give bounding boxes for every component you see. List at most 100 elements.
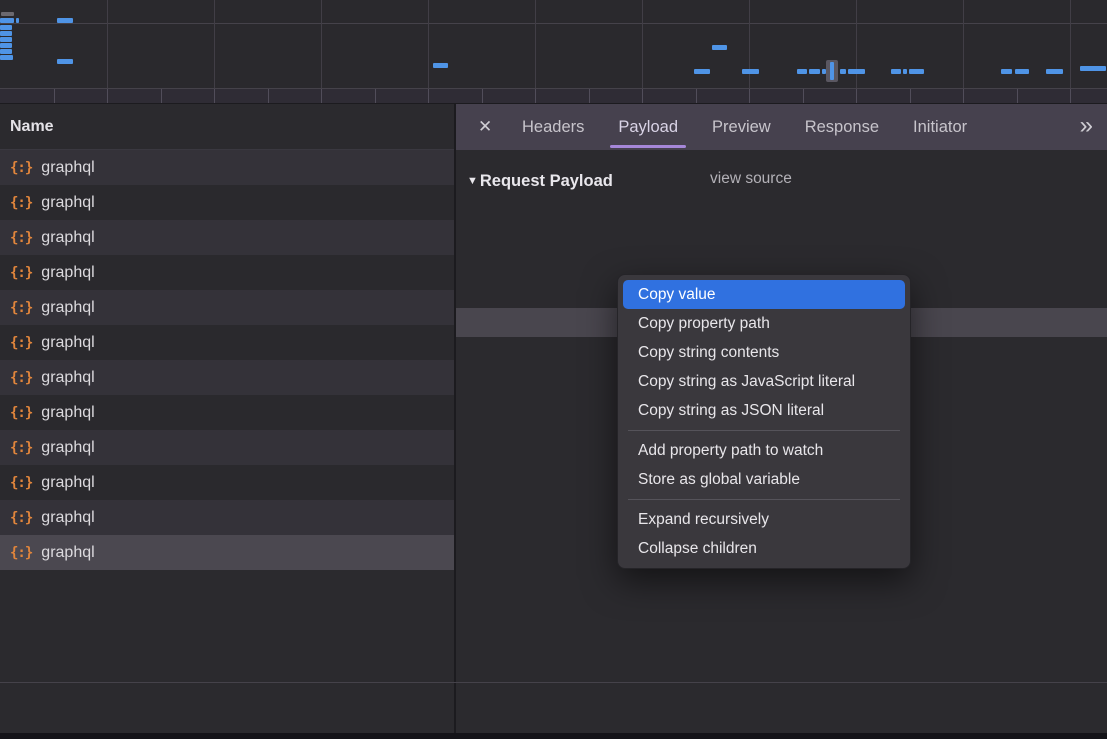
menu-item-copy-property-path[interactable]: Copy property path [623, 309, 905, 338]
request-name-label: graphql [41, 369, 94, 387]
ruler-tick-icon [535, 89, 536, 104]
json-file-icon: {:} [10, 405, 32, 421]
request-row[interactable]: {:}graphql [0, 360, 454, 395]
name-column-header[interactable]: Name [0, 104, 454, 150]
request-timing-bar[interactable] [1015, 69, 1029, 74]
menu-item-copy-string-as-json-literal[interactable]: Copy string as JSON literal [623, 396, 905, 425]
collapse-triangle-icon[interactable]: ▼ [467, 175, 478, 187]
request-timing-bar[interactable] [797, 69, 807, 74]
overview-gridline [428, 0, 429, 88]
request-row[interactable]: {:}graphql [0, 220, 454, 255]
network-overview[interactable] [0, 0, 1107, 104]
request-timing-bar[interactable] [712, 45, 727, 50]
overview-gridline [214, 0, 215, 88]
request-name-label: graphql [41, 194, 94, 212]
request-row[interactable]: {:}graphql [0, 150, 454, 185]
request-timing-bar[interactable] [433, 63, 448, 68]
tab-label: Initiator [913, 118, 967, 136]
tab-response[interactable]: Response [805, 104, 879, 150]
request-timing-bar[interactable] [0, 49, 12, 54]
ruler-tick-icon [107, 89, 108, 104]
request-row[interactable]: {:}graphql [0, 465, 454, 500]
more-tabs-icon[interactable]: » [1080, 104, 1093, 150]
menu-item-expand-recursively[interactable]: Expand recursively [623, 505, 905, 534]
request-row[interactable]: {:}graphql [0, 185, 454, 220]
menu-separator [628, 499, 900, 500]
tab-headers[interactable]: Headers [522, 104, 584, 150]
overview-midline [0, 23, 1107, 24]
request-row[interactable]: {:}graphql [0, 535, 454, 570]
request-timing-bar[interactable] [57, 18, 73, 23]
menu-item-store-as-global-variable[interactable]: Store as global variable [623, 465, 905, 494]
request-timing-bar[interactable] [809, 69, 820, 74]
tab-label: Headers [522, 118, 584, 136]
json-file-icon: {:} [10, 265, 32, 281]
overview-ruler [0, 88, 1107, 104]
request-timing-bar[interactable] [1080, 66, 1106, 71]
ruler-tick-icon [161, 89, 162, 104]
request-timing-bar[interactable] [57, 59, 73, 64]
request-timing-bar[interactable] [0, 55, 13, 60]
ruler-tick-icon [268, 89, 269, 104]
tab-preview[interactable]: Preview [712, 104, 771, 150]
tab-label: Response [805, 118, 879, 136]
request-timing-bar[interactable] [1001, 69, 1012, 74]
view-source-link[interactable]: view source [710, 170, 792, 188]
request-name-label: graphql [41, 299, 94, 317]
request-timing-bar[interactable] [742, 69, 759, 74]
request-timing-bar[interactable] [0, 25, 12, 30]
json-file-icon: {:} [10, 300, 32, 316]
overview-gridline [749, 0, 750, 88]
request-timing-bar[interactable] [903, 69, 907, 74]
payload-root-row[interactable]: ▼ {operationName: "ipFlowTimeseries", va… [456, 247, 1107, 276]
close-icon[interactable]: ✕ [478, 117, 496, 137]
active-tab-underline [610, 145, 686, 148]
tab-initiator[interactable]: Initiator [913, 104, 967, 150]
request-timing-bar[interactable] [848, 69, 865, 74]
ruler-tick-icon [696, 89, 697, 104]
request-timing-bar[interactable] [0, 31, 12, 36]
request-timing-bar[interactable] [0, 18, 14, 23]
request-timing-bar[interactable] [1, 12, 14, 16]
tab-payload[interactable]: Payload [618, 104, 678, 150]
ruler-tick-icon [642, 89, 643, 104]
requests-panel: Name {:}graphql{:}graphql{:}graphql{:}gr… [0, 104, 454, 733]
overview-gridline [321, 0, 322, 88]
ruler-tick-icon [1070, 89, 1071, 104]
request-timing-bar[interactable] [822, 69, 826, 74]
ruler-tick-icon [428, 89, 429, 104]
section-title: Request Payload [480, 172, 613, 191]
request-row[interactable]: {:} graphql [0, 290, 454, 325]
request-row[interactable]: {:}graphql [0, 500, 454, 535]
menu-item-copy-string-contents[interactable]: Copy string contents [623, 338, 905, 367]
request-timing-bar[interactable] [1046, 69, 1063, 74]
request-timing-bar[interactable] [16, 18, 19, 23]
json-file-icon: {:} [10, 335, 32, 351]
request-row[interactable]: {:}graphql [0, 430, 454, 465]
ruler-tick-icon [803, 89, 804, 104]
request-timing-bar[interactable] [694, 69, 710, 74]
request-name-label: graphql [41, 544, 94, 562]
overview-gridline [107, 0, 108, 88]
request-timing-bar[interactable] [909, 69, 924, 74]
request-timing-bar[interactable] [840, 69, 846, 74]
request-row[interactable]: {:}graphql [0, 255, 454, 290]
request-list: {:} graphql {:} graphql {:} graphql {:} graphql… [0, 150, 454, 570]
menu-item-copy-value[interactable]: Copy value [623, 280, 905, 309]
request-payload-section[interactable]: ▼ Request Payload [467, 168, 613, 194]
menu-item-collapse-children[interactable]: Collapse children [623, 534, 905, 563]
detail-tabbar: ✕ Headers Payload Preview Response Initiator… [456, 104, 1107, 150]
json-file-icon: {:} [10, 230, 32, 246]
request-timing-bar[interactable] [0, 37, 12, 42]
menu-item-add-property-path-to-watch[interactable]: Add property path to watch [623, 436, 905, 465]
overview-gridline [963, 0, 964, 88]
json-file-icon: {:} [10, 160, 32, 176]
tabs-container: Headers Payload Preview Response Initiator [522, 104, 1001, 150]
menu-item-copy-string-as-javascript-literal[interactable]: Copy string as JavaScript literal [623, 367, 905, 396]
request-row[interactable]: {:}graphql [0, 325, 454, 360]
tab-label: Payload [618, 118, 678, 136]
request-timing-bar[interactable] [0, 43, 12, 48]
request-row[interactable]: {:}graphql [0, 395, 454, 430]
footer-separator [0, 682, 1107, 683]
request-timing-bar[interactable] [891, 69, 901, 74]
